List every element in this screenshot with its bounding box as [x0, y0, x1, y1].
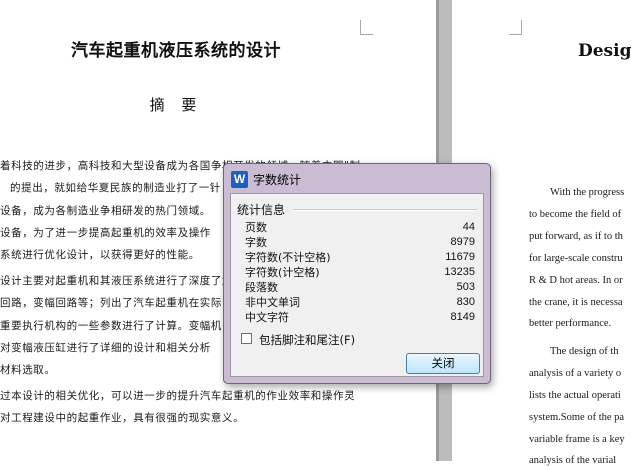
body-text-line: 过本设计的相关优化，可以进一步的提升汽车起重机的作业效率和操作灵: [0, 390, 356, 402]
wps-writer-icon: W: [231, 171, 248, 188]
english-text-line: lists the actual operati: [529, 390, 621, 401]
stat-value: 13235: [444, 266, 475, 278]
english-text-line: R & D hot areas. In or: [529, 275, 623, 286]
english-text-line: system.Some of the pa: [529, 412, 625, 423]
body-text-line: 回路，变幅回路等；列出了汽车起重机在实际: [0, 297, 222, 309]
stat-label: 中文字符: [245, 311, 289, 324]
english-text-line: With the progress: [550, 187, 625, 198]
body-text-line: 对工程建设中的起重作业，具有很强的现实意义。: [0, 412, 245, 424]
body-text-line: 材料选取。: [0, 364, 56, 376]
body-text-line: 系统进行优化设计，以获得更好的性能。: [0, 249, 200, 261]
stat-row-paragraphs: 段落数 503: [245, 280, 475, 295]
body-text-line: 重要执行机构的一些参数进行了计算。变幅机: [0, 320, 222, 332]
stat-value: 8979: [450, 236, 475, 248]
stat-label: 非中文单词: [245, 296, 300, 309]
english-text-line: to become the field of: [529, 209, 622, 220]
page-corner-mark: [360, 20, 373, 35]
english-text-line: put forward, as if to th: [529, 231, 623, 242]
stat-label: 段落数: [245, 281, 278, 294]
stat-value: 8149: [450, 311, 475, 323]
stat-value: 503: [456, 281, 475, 293]
body-text-line: 设计主要对起重机和其液压系统进行了深度了解: [0, 275, 234, 287]
include-footnotes-label[interactable]: 包括脚注和尾注(F): [259, 332, 355, 348]
stat-label: 字符数(计空格): [245, 266, 320, 279]
section-divider: [293, 209, 477, 211]
page-corner-mark: [509, 20, 522, 35]
stat-row-chars-no-spaces: 字符数(不计空格) 11679: [245, 250, 475, 265]
stat-row-non-chinese-words: 非中文单词 830: [245, 295, 475, 310]
stat-row-chinese-chars: 中文字符 8149: [245, 310, 475, 325]
close-button[interactable]: 关闭: [406, 353, 480, 374]
body-text-line: 的提出，就如给华夏民族的制造业打了一针: [10, 182, 221, 194]
english-text-line: analysis of a variety o: [529, 368, 622, 379]
include-footnotes-checkbox[interactable]: [241, 333, 252, 344]
body-text-line: 设备，成为各制造业争相研发的热门领域。: [0, 205, 211, 217]
stat-value: 830: [456, 296, 475, 308]
word-count-dialog[interactable]: W 字数统计 统计信息 页数 44 字数 8979 字符数(不计空格) 1167…: [223, 163, 491, 384]
english-text-line: the crane, it is necessa: [529, 297, 623, 308]
body-text-line: 设备，为了进一步提高起重机的效率及操作: [0, 227, 211, 239]
english-title: Design: [578, 41, 631, 61]
english-text-line: for large-scale constru: [529, 253, 623, 264]
english-text-line: variable frame is a key: [529, 434, 625, 445]
dialog-title-bar[interactable]: W 字数统计: [224, 164, 490, 194]
stat-label: 字符数(不计空格): [245, 251, 331, 264]
stat-label: 页数: [245, 221, 267, 234]
dialog-title: 字数统计: [253, 173, 302, 187]
stat-row-words: 字数 8979: [245, 235, 475, 250]
document-title: 汽车起重机液压系统的设计: [71, 41, 281, 61]
stat-value: 44: [462, 221, 475, 233]
statistics-section-label: 统计信息: [237, 203, 286, 217]
english-text-line: The design of th: [550, 346, 619, 357]
stat-label: 字数: [245, 236, 267, 249]
body-text-line: 对变幅液压缸进行了详细的设计和相关分析: [0, 342, 211, 354]
stat-value: 11679: [445, 251, 475, 263]
stat-row-chars-with-spaces: 字符数(计空格) 13235: [245, 265, 475, 280]
abstract-heading: 摘 要: [149, 96, 203, 114]
stat-row-pages: 页数 44: [245, 220, 475, 235]
dialog-content: 统计信息 页数 44 字数 8979 字符数(不计空格) 11679 字符数(计…: [230, 193, 484, 377]
english-text-line: better performance.: [529, 318, 612, 329]
